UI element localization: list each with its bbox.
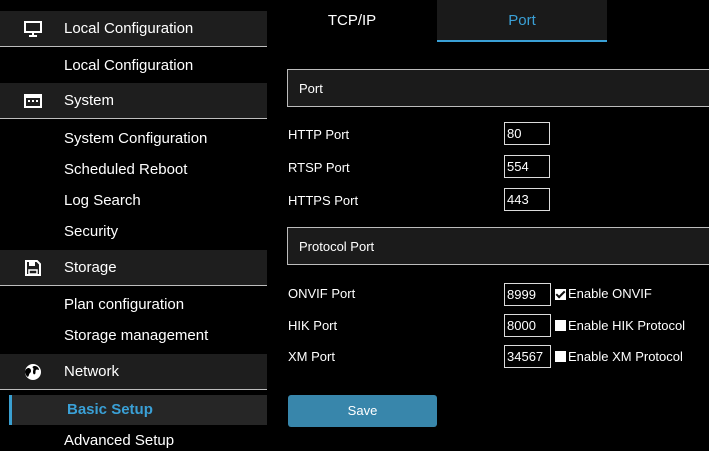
- section-title: Port: [299, 81, 323, 96]
- protocol-port-section-header: Protocol Port: [287, 227, 709, 265]
- rtsp-port-label: RTSP Port: [288, 160, 350, 175]
- port-section-header: Port: [287, 69, 709, 107]
- tab-tcp-ip[interactable]: TCP/IP: [267, 0, 437, 42]
- sidebar-item-log-search[interactable]: Log Search: [64, 192, 141, 210]
- sidebar-group-label: Network: [64, 363, 120, 380]
- floppy-disk-icon: [24, 259, 42, 277]
- onvif-port-input[interactable]: [504, 283, 551, 306]
- sidebar-item-storage-management[interactable]: Storage management: [64, 327, 208, 345]
- rtsp-port-input[interactable]: [504, 155, 550, 178]
- tab-port[interactable]: Port: [437, 0, 607, 42]
- sidebar-group-system[interactable]: System: [0, 83, 267, 119]
- globe-icon: [24, 363, 42, 381]
- sidebar-group-label: System: [64, 92, 115, 109]
- sidebar-item-security[interactable]: Security: [64, 223, 118, 241]
- save-button[interactable]: Save: [288, 395, 437, 427]
- tab-label: Port: [508, 12, 536, 29]
- enable-xm-checkbox[interactable]: [555, 351, 566, 362]
- hik-port-input[interactable]: [504, 314, 551, 337]
- active-tab-indicator: [437, 40, 607, 42]
- sidebar-group-label: Storage: [64, 259, 117, 276]
- sidebar-item-label: Basic Setup: [67, 401, 153, 418]
- http-port-label: HTTP Port: [288, 127, 350, 142]
- sidebar-item-scheduled-reboot[interactable]: Scheduled Reboot: [64, 161, 187, 179]
- onvif-port-label: ONVIF Port: [288, 286, 356, 301]
- sidebar-group-label: Local Configuration: [64, 20, 194, 37]
- enable-hik-checkbox[interactable]: [555, 320, 566, 331]
- sidebar-group-network[interactable]: Network: [0, 354, 267, 390]
- hik-port-label: HIK Port: [288, 318, 338, 333]
- sidebar-group-local-configuration[interactable]: Local Configuration: [0, 11, 267, 47]
- enable-hik-label: Enable HIK Protocol: [568, 318, 686, 333]
- https-port-input[interactable]: [504, 188, 550, 211]
- http-port-input[interactable]: [504, 122, 550, 145]
- monitor-icon: [24, 20, 42, 38]
- sidebar: Local Configuration Local Configuration …: [0, 0, 267, 451]
- sidebar-item-plan-configuration[interactable]: Plan configuration: [64, 296, 184, 314]
- enable-xm-label: Enable XM Protocol: [568, 349, 683, 364]
- sidebar-item-basic-setup[interactable]: Basic Setup: [9, 395, 267, 425]
- sidebar-item-advanced-setup[interactable]: Advanced Setup: [64, 432, 174, 450]
- sidebar-group-storage[interactable]: Storage: [0, 250, 267, 286]
- https-port-label: HTTPS Port: [288, 193, 359, 208]
- tab-bar: TCP/IP Port: [267, 0, 709, 42]
- keyboard-icon: [24, 92, 42, 110]
- sidebar-item-system-configuration[interactable]: System Configuration: [64, 130, 207, 148]
- section-title: Protocol Port: [299, 239, 375, 254]
- xm-port-label: XM Port: [288, 349, 335, 364]
- enable-onvif-checkbox[interactable]: [555, 289, 566, 300]
- enable-onvif-label: Enable ONVIF: [568, 286, 652, 301]
- xm-port-input[interactable]: [504, 345, 551, 368]
- sidebar-item-local-configuration[interactable]: Local Configuration: [64, 57, 193, 75]
